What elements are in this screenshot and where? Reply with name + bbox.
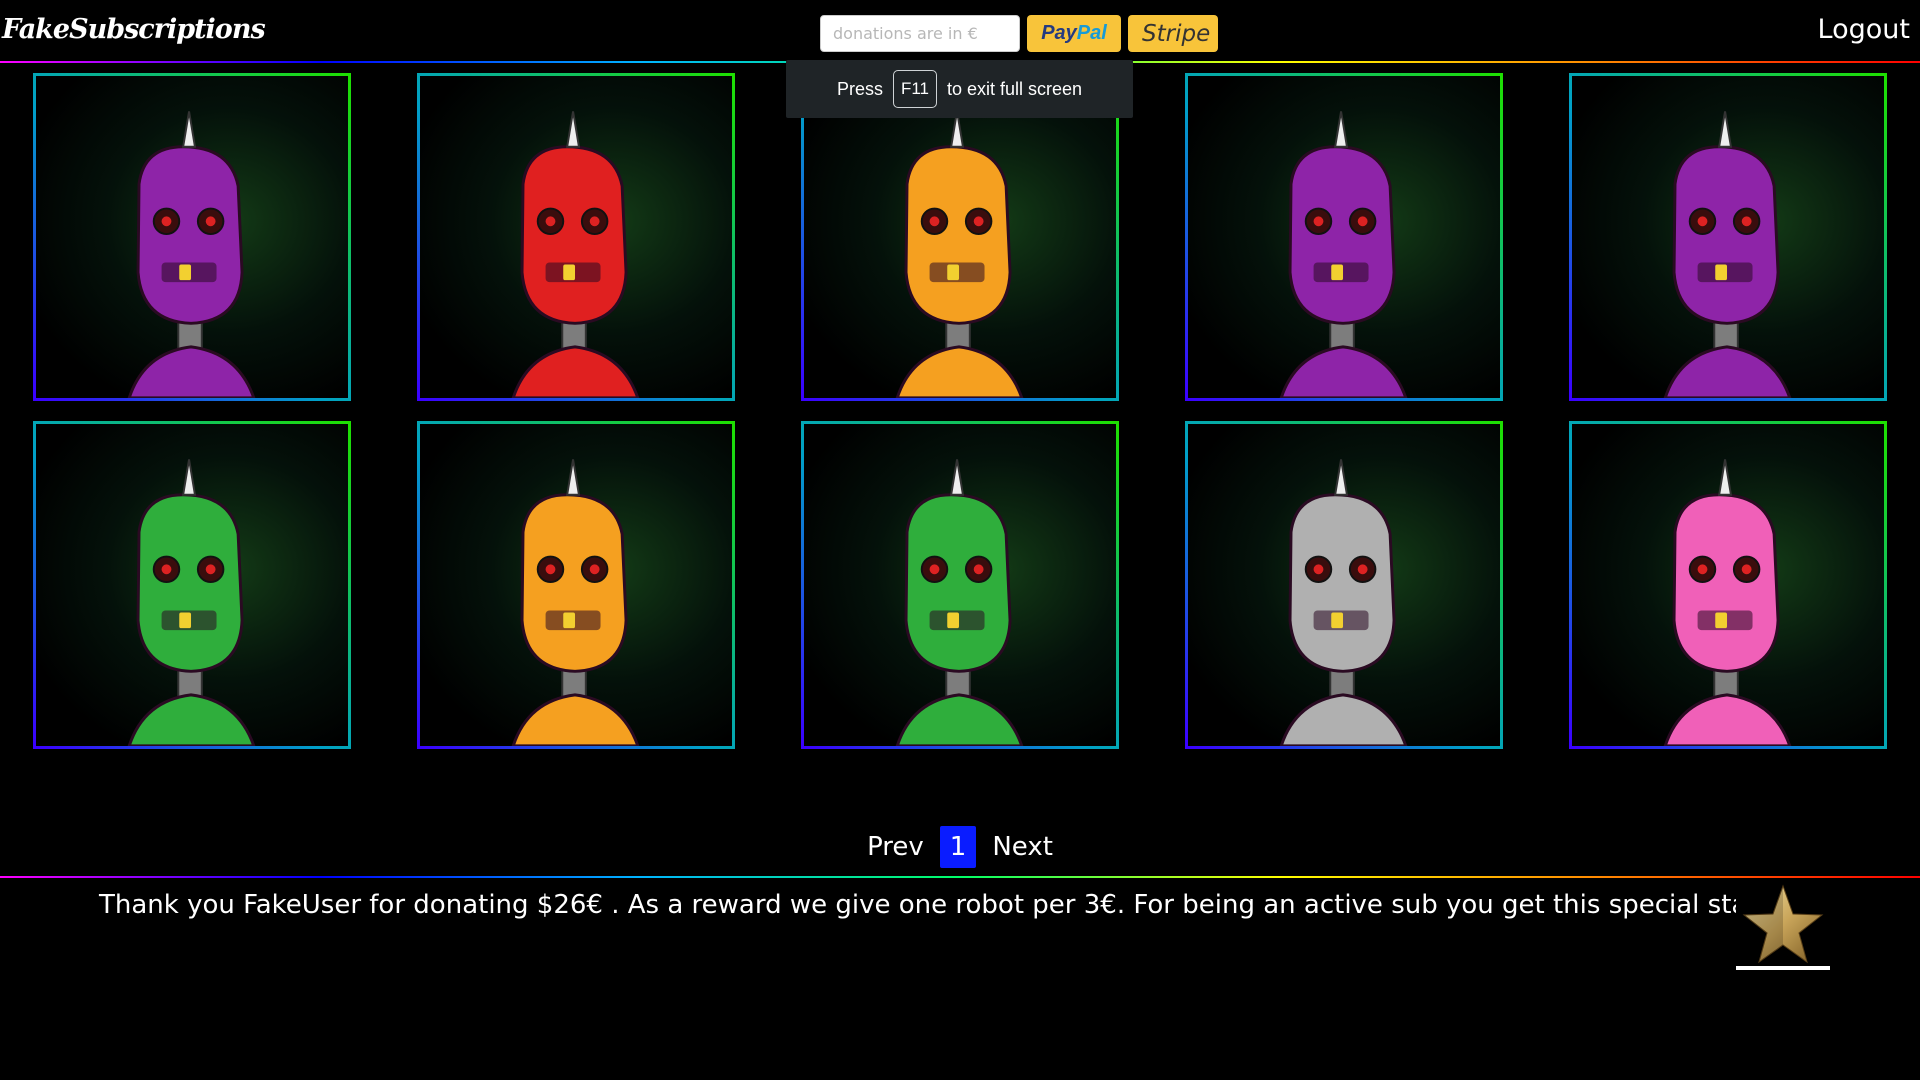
robot-grid [33,73,1887,749]
stripe-button[interactable]: Stripe [1128,15,1218,52]
robot-card[interactable] [417,73,735,401]
next-page-link[interactable]: Next [992,832,1053,862]
robot-card[interactable] [801,73,1119,401]
robot-icon [127,459,256,746]
robot-card[interactable] [1185,421,1503,749]
current-page-button[interactable]: 1 [939,826,977,868]
robot-card[interactable] [1569,73,1887,401]
fullscreen-notice: Press F11 to exit full screen [786,60,1133,118]
robot-icon [895,459,1024,746]
robot-card[interactable] [417,421,735,749]
paypal-label-part1: Pay [1041,22,1077,44]
donation-amount-input[interactable] [820,15,1020,52]
donation-bar: PayPal Stripe [820,15,1218,52]
paypal-button[interactable]: PayPal [1027,15,1121,52]
prev-page-link[interactable]: Prev [867,832,924,862]
robot-icon [127,111,256,398]
robot-icon [511,111,640,398]
robot-card[interactable] [33,421,351,749]
pagination: Prev 1 Next [0,826,1920,868]
brand-logo: FakeSubscriptions [2,14,266,45]
robot-card[interactable] [1569,421,1887,749]
robot-icon [1663,459,1792,746]
logout-link[interactable]: Logout [1818,14,1910,45]
donation-thanks-message: Thank you FakeUser for donating $26€ . A… [99,890,1759,920]
robot-icon [511,459,640,746]
robot-card[interactable] [801,421,1119,749]
paypal-label-part2: Pal [1076,22,1107,44]
robot-icon [1279,459,1408,746]
footer-divider [0,876,1920,878]
fullscreen-notice-before: Press [836,78,883,99]
robot-icon [1279,111,1408,398]
fullscreen-notice-after: to exit full screen [947,78,1083,99]
robot-card[interactable] [33,73,351,401]
gold-star-icon [1736,882,1830,970]
robot-card[interactable] [1185,73,1503,401]
robot-icon [895,111,1024,398]
robot-icon [1663,111,1792,398]
fullscreen-key: F11 [892,70,937,108]
